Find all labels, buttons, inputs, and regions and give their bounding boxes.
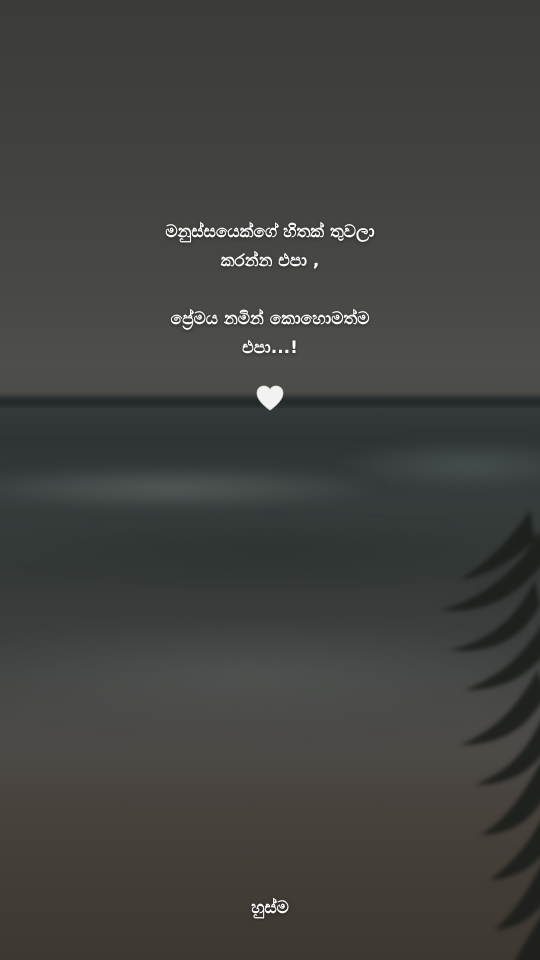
wave-crest-left	[0, 468, 380, 508]
quote-line-1: මනුස්සයෙක්ගේ හිතක් තුවලා	[165, 222, 375, 242]
quote-line-2: කරන්න එපා ,	[220, 251, 320, 271]
quote-spacer	[0, 276, 540, 305]
quote-line-4: එපා...!	[242, 338, 298, 358]
beach-background	[0, 0, 540, 960]
quote-text: මනුස්සයෙක්ගේ හිතක් තුවලා කරන්න එපා , ප්‍…	[0, 218, 540, 363]
signature-text: හුස්ම	[251, 898, 289, 918]
quote-line-3: ප්‍රේමය නමින් කොහොමත්ම	[170, 309, 370, 329]
white-heart-icon	[256, 385, 284, 411]
palm-silhouette	[440, 510, 540, 960]
